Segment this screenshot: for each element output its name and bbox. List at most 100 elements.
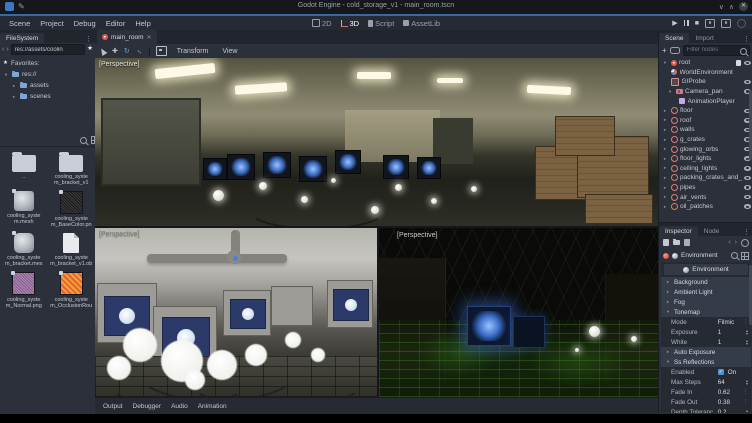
expand-arrow[interactable]: ▸ bbox=[662, 185, 668, 191]
inspector-tools-icon[interactable] bbox=[741, 252, 749, 260]
visibility-eye-icon[interactable] bbox=[744, 204, 751, 209]
visibility-eye-icon[interactable] bbox=[744, 176, 751, 181]
viewport-bottom-left[interactable]: [Perspective] bbox=[95, 228, 377, 397]
tab-inspector[interactable]: Inspector bbox=[659, 226, 698, 236]
spinner-icon[interactable]: ▴▾ bbox=[746, 329, 748, 335]
property-fade-out[interactable]: Fade Out0.38⋮ bbox=[661, 397, 751, 407]
file-item[interactable]: .. bbox=[1, 151, 46, 186]
visibility-eye-icon[interactable] bbox=[744, 166, 751, 171]
workspace-script[interactable]: Script bbox=[368, 19, 394, 28]
snap-toggle-icon[interactable] bbox=[156, 46, 167, 56]
property-max-steps[interactable]: Max Steps64▴▾ bbox=[661, 377, 751, 387]
load-resource-icon[interactable] bbox=[673, 240, 680, 245]
scene-node[interactable]: GIProbe bbox=[659, 77, 752, 87]
pause-button[interactable] bbox=[684, 20, 689, 26]
scene-node[interactable]: ▸g_crates bbox=[659, 135, 752, 145]
debugger-button[interactable]: Debugger bbox=[133, 403, 162, 410]
expand-arrow[interactable]: ▸ bbox=[11, 94, 17, 100]
spinner-icon[interactable]: ▴▾ bbox=[746, 339, 748, 345]
scene-node[interactable]: AnimationPlayer bbox=[659, 96, 752, 106]
search-icon[interactable] bbox=[80, 137, 87, 144]
property-exposure[interactable]: Exposure1▴▾ bbox=[661, 327, 751, 337]
checkbox-checked-icon[interactable]: ✓ bbox=[718, 369, 724, 375]
new-resource-icon[interactable] bbox=[663, 239, 669, 246]
close-tab-icon[interactable]: ✕ bbox=[147, 34, 152, 41]
file-item[interactable]: cooling_syste m.mesh bbox=[1, 189, 46, 228]
property-white[interactable]: White1▴▾ bbox=[661, 337, 751, 347]
file-item[interactable]: cooling_syste m_Normal.png bbox=[1, 270, 46, 309]
dock-menu-icon[interactable]: ⋮ bbox=[82, 35, 95, 43]
viewport-bottom-right[interactable]: [Perspective] bbox=[379, 228, 658, 397]
transform-menu[interactable]: Transform bbox=[173, 48, 213, 55]
script-icon[interactable] bbox=[736, 60, 741, 66]
dock-menu-icon[interactable]: ⋮ bbox=[740, 228, 752, 236]
file-item[interactable]: cooling_syste m_bracket_v1 bbox=[49, 151, 94, 186]
close-window-button[interactable]: ✕ bbox=[739, 2, 748, 11]
section-background[interactable]: ▸Background bbox=[661, 277, 751, 287]
property-enabled[interactable]: Enabled✓On bbox=[661, 367, 751, 377]
object-history-icon[interactable] bbox=[741, 239, 749, 247]
workspace-assetlib[interactable]: AssetLib bbox=[403, 19, 440, 28]
expand-arrow[interactable]: ▸ bbox=[662, 137, 668, 143]
minimize-button[interactable]: ∨ bbox=[719, 3, 724, 11]
section-tonemap[interactable]: ▾Tonemap bbox=[661, 307, 751, 317]
section-ambient-light[interactable]: ▸Ambient Light bbox=[661, 287, 751, 297]
nav-forward-button[interactable]: › bbox=[6, 46, 8, 53]
save-resource-icon[interactable] bbox=[684, 239, 690, 246]
stop-button[interactable]: ■ bbox=[695, 20, 699, 27]
output-button[interactable]: Output bbox=[103, 403, 123, 410]
property-depth-tolerance[interactable]: Depth Toleranc0.2▴▾ bbox=[661, 407, 751, 413]
expand-arrow[interactable]: ▾ bbox=[667, 89, 673, 95]
tree-item-assets[interactable]: ▸assets bbox=[3, 80, 95, 91]
move-tool-icon[interactable]: ✚ bbox=[112, 48, 118, 55]
animation-button[interactable]: Animation bbox=[198, 403, 227, 410]
expand-arrow[interactable]: ▸ bbox=[11, 83, 17, 89]
expand-arrow[interactable]: ▸ bbox=[662, 165, 668, 171]
workspace-2d[interactable]: 2D bbox=[312, 19, 332, 28]
expand-arrow[interactable]: ▸ bbox=[662, 194, 668, 200]
expand-arrow[interactable]: ▸ bbox=[662, 117, 668, 123]
scene-node[interactable]: ▸air_vents bbox=[659, 192, 752, 202]
expand-arrow[interactable]: ▸ bbox=[662, 108, 668, 114]
scene-node-root[interactable]: ▾root bbox=[659, 58, 752, 68]
property-fade-in[interactable]: Fade In0.62⋮ bbox=[661, 387, 751, 397]
spinner-icon[interactable]: ▴▾ bbox=[746, 379, 748, 385]
history-back-icon[interactable]: ‹ bbox=[728, 239, 730, 246]
section-ss-reflections[interactable]: ▾Ss Reflections bbox=[661, 357, 751, 367]
scene-tab-main-room[interactable]: main_room ✕ bbox=[97, 30, 157, 44]
nav-back-button[interactable]: ‹ bbox=[2, 46, 4, 53]
environment-header[interactable]: Environment bbox=[664, 264, 748, 275]
tree-item-favorites[interactable]: ★Favorites: bbox=[3, 58, 95, 69]
view-menu[interactable]: View bbox=[218, 48, 241, 55]
expand-arrow[interactable]: ▸ bbox=[662, 127, 668, 133]
file-item[interactable]: cooling_syste m_bracket.mes bbox=[1, 231, 46, 267]
expand-arrow[interactable]: ▸ bbox=[662, 146, 668, 152]
visibility-eye-icon[interactable] bbox=[744, 61, 751, 66]
visibility-eye-icon[interactable] bbox=[744, 185, 751, 190]
tab-scene[interactable]: Scene bbox=[659, 33, 689, 43]
tab-node[interactable]: Node bbox=[698, 226, 726, 236]
add-node-button[interactable]: + bbox=[662, 46, 667, 55]
expand-arrow[interactable]: ▸ bbox=[662, 156, 668, 162]
tab-filesystem[interactable]: FileSystem bbox=[0, 33, 44, 43]
expand-arrow[interactable]: ▾ bbox=[662, 60, 668, 66]
maximize-button[interactable]: ∧ bbox=[729, 3, 734, 11]
scene-node[interactable]: ▸oil_patches bbox=[659, 202, 752, 212]
scene-node[interactable]: ▸walls bbox=[659, 125, 752, 135]
scene-node[interactable]: ▸roof bbox=[659, 116, 752, 126]
visibility-eye-icon[interactable] bbox=[744, 80, 751, 85]
viewport-top[interactable]: [Perspective] bbox=[95, 58, 658, 226]
scene-node[interactable]: ▸packing_crates_and_ bbox=[659, 173, 752, 183]
scale-tool-icon[interactable]: ↔ bbox=[134, 46, 144, 56]
audio-button[interactable]: Audio bbox=[171, 403, 188, 410]
visibility-eye-icon[interactable] bbox=[744, 195, 751, 200]
favorite-toggle-icon[interactable]: ★ bbox=[87, 46, 93, 53]
scene-node[interactable]: ▸pipes bbox=[659, 183, 752, 193]
slider-handle-icon[interactable]: ⋮ bbox=[743, 399, 748, 405]
select-tool-icon[interactable] bbox=[99, 46, 108, 55]
slider-handle-icon[interactable]: ⋮ bbox=[743, 389, 748, 395]
search-icon[interactable] bbox=[731, 252, 738, 259]
tab-import[interactable]: Import bbox=[689, 33, 719, 43]
play-scene-button[interactable] bbox=[705, 19, 715, 28]
play-custom-scene-button[interactable] bbox=[721, 19, 731, 28]
